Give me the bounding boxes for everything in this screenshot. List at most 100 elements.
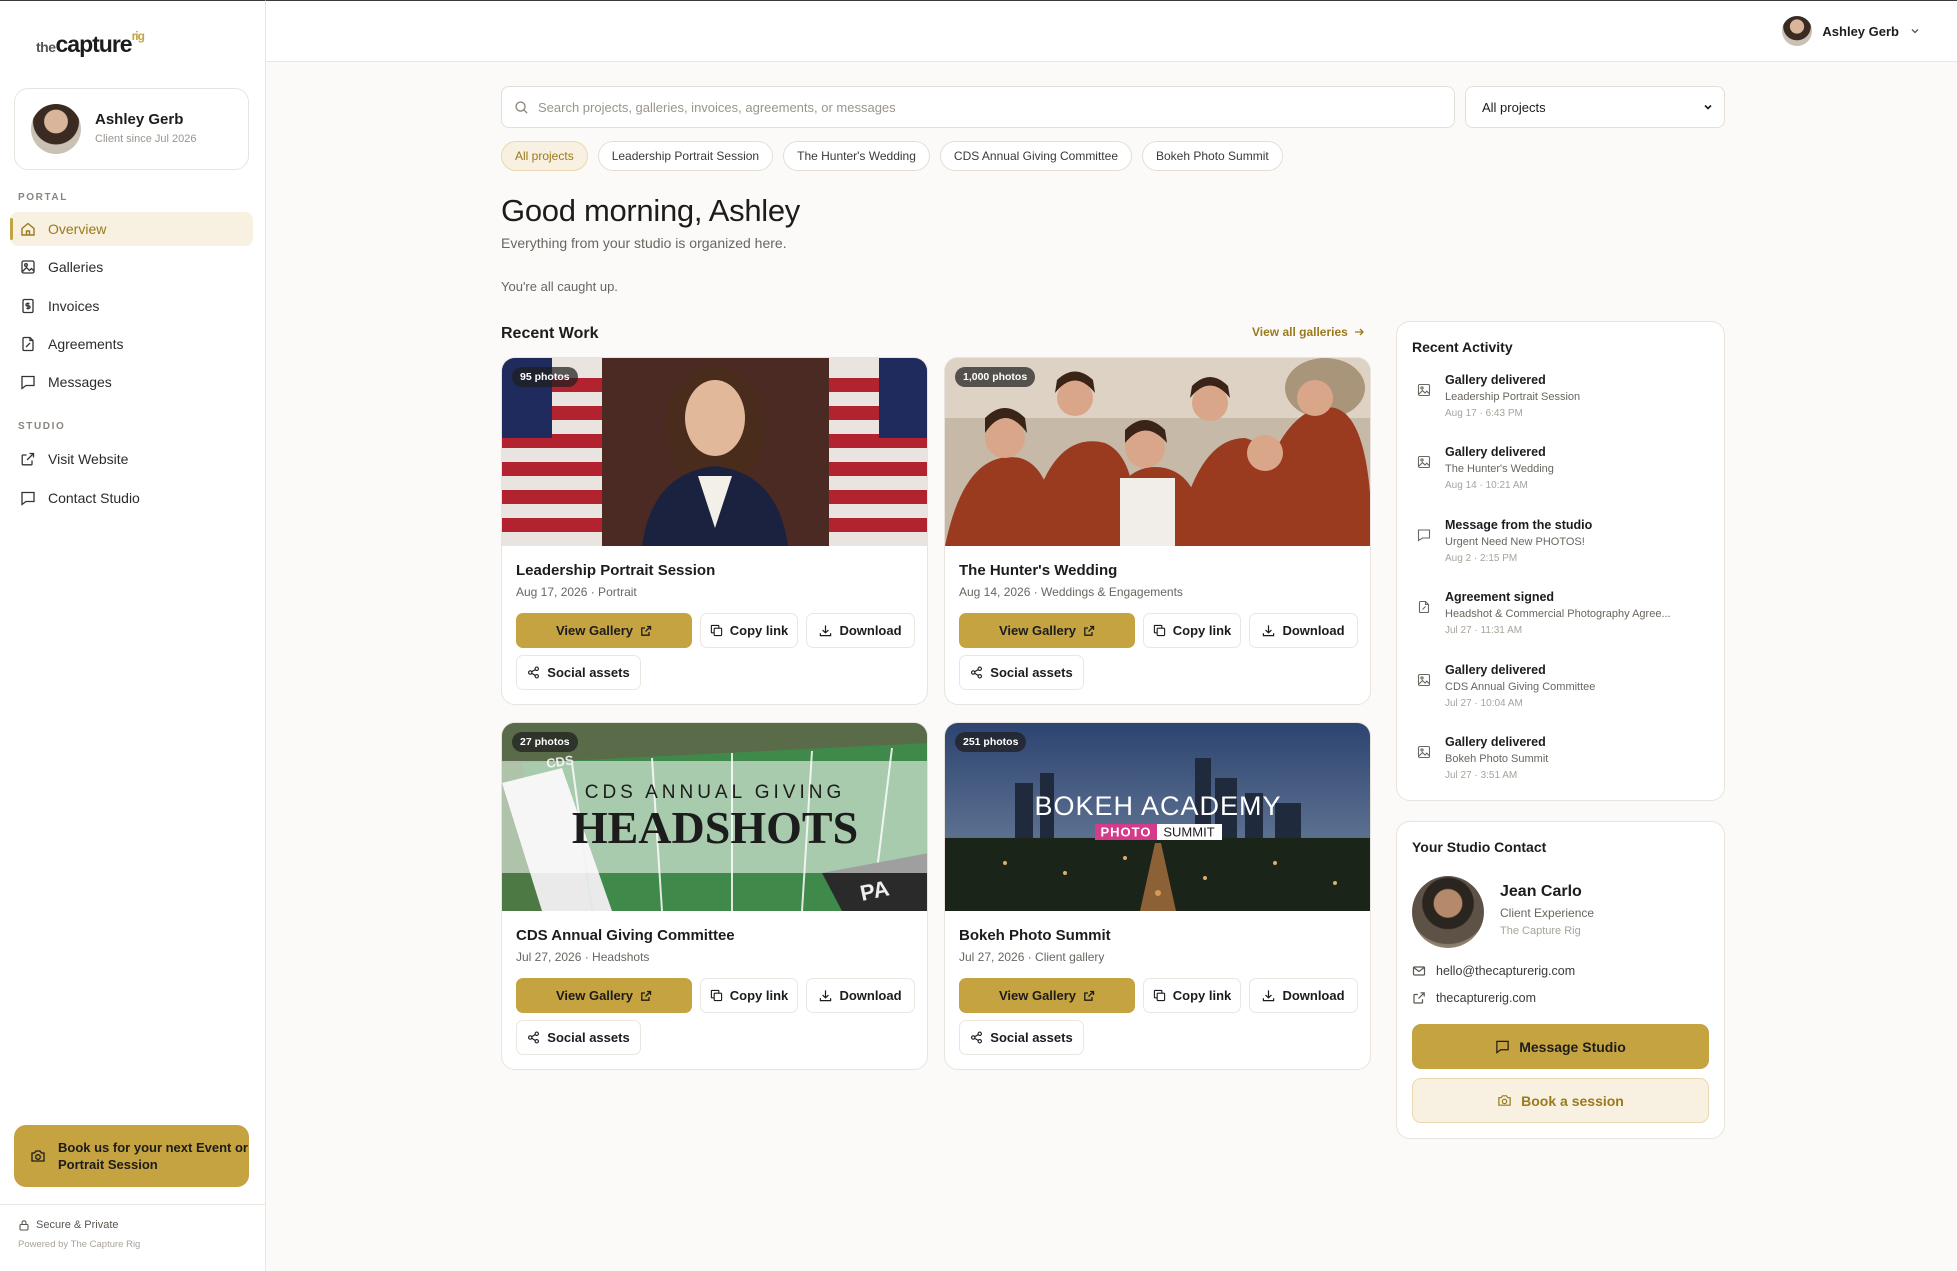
view-all-galleries-link[interactable]: View all galleries xyxy=(1252,325,1365,339)
social-assets-button[interactable]: Social assets xyxy=(959,1020,1084,1055)
chip-bokeh-photo-summit[interactable]: Bokeh Photo Summit xyxy=(1142,141,1283,171)
download-icon xyxy=(1263,990,1275,1002)
image-icon xyxy=(1417,383,1431,397)
gallery-title: The Hunter's Wedding xyxy=(959,562,1118,579)
gallery-cover-image[interactable]: 95 photos xyxy=(502,358,927,546)
profile-card[interactable]: Ashley Gerb Client since Jul 2026 xyxy=(14,88,249,170)
download-button[interactable]: Download xyxy=(1249,978,1358,1013)
sidebar-item-agreements[interactable]: Agreements xyxy=(10,327,253,361)
studio-contact-panel: Your Studio Contact Jean Carlo Client Ex… xyxy=(1396,821,1725,1139)
copy-link-button[interactable]: Copy link xyxy=(700,978,798,1013)
sidebar: thecapturerig Ashley Gerb Client since J… xyxy=(0,0,266,1271)
contact-email-link[interactable]: hello@thecapturerig.com xyxy=(1412,964,1575,978)
copy-icon xyxy=(710,989,722,1002)
secure-note: Secure & Private xyxy=(18,1219,119,1231)
sidebar-item-galleries[interactable]: Galleries xyxy=(10,250,253,284)
view-gallery-button[interactable]: View Gallery xyxy=(516,978,692,1013)
studio-contact-heading: Your Studio Contact xyxy=(1412,839,1547,855)
copy-link-button[interactable]: Copy link xyxy=(1143,613,1241,648)
view-gallery-button[interactable]: View Gallery xyxy=(959,613,1135,648)
project-chips: All projects Leadership Portrait Session… xyxy=(501,141,1283,171)
social-assets-button[interactable]: Social assets xyxy=(516,655,641,690)
contact-role: Client Experience xyxy=(1500,906,1595,920)
sidebar-item-label: Visit Website xyxy=(48,451,129,467)
section-label-portal: PORTAL xyxy=(18,192,68,203)
download-button[interactable]: Download xyxy=(1249,613,1358,648)
photo-count-badge: 95 photos xyxy=(512,367,578,387)
image-icon xyxy=(1417,745,1431,759)
sidebar-item-messages[interactable]: Messages xyxy=(10,365,253,399)
gallery-card: 1,000 photos The Hunter's Wedding Aug 14… xyxy=(944,357,1371,705)
sidebar-item-visit-website[interactable]: Visit Website xyxy=(10,442,253,476)
view-gallery-button[interactable]: View Gallery xyxy=(516,613,692,648)
powered-by: Powered by The Capture Rig xyxy=(18,1239,141,1250)
copy-icon xyxy=(1153,624,1165,637)
invoice-icon xyxy=(20,298,36,314)
book-session-button[interactable]: Book a session xyxy=(1412,1078,1709,1123)
chip-hunters-wedding[interactable]: The Hunter's Wedding xyxy=(783,141,930,171)
social-assets-button[interactable]: Social assets xyxy=(516,1020,641,1055)
user-menu[interactable]: Ashley Gerb xyxy=(1782,16,1921,46)
chat-icon xyxy=(20,374,36,390)
chip-all-projects[interactable]: All projects xyxy=(501,141,588,171)
gallery-meta: Jul 27, 2026 · Headshots xyxy=(516,950,650,964)
avatar xyxy=(1412,876,1484,948)
download-button[interactable]: Download xyxy=(806,978,915,1013)
external-link-icon xyxy=(1084,625,1095,636)
chevron-down-icon xyxy=(1911,29,1919,34)
download-button[interactable]: Download xyxy=(806,613,915,648)
sidebar-item-overview[interactable]: Overview xyxy=(10,212,253,246)
cover-line-1: CDS ANNUAL GIVING xyxy=(585,782,846,803)
recent-work-heading: Recent Work xyxy=(501,325,599,342)
gallery-cover-image[interactable]: BOKEH ACADEMY PHOTO SUMMIT 251 photos xyxy=(945,723,1370,911)
copy-link-button[interactable]: Copy link xyxy=(700,613,798,648)
sidebar-item-invoices[interactable]: Invoices xyxy=(10,289,253,323)
sidebar-item-label: Overview xyxy=(48,221,107,237)
section-label-studio: STUDIO xyxy=(18,421,66,432)
activity-item[interactable]: Message from the studio Urgent Need New … xyxy=(1412,518,1712,578)
external-link-icon xyxy=(641,625,652,636)
sidebar-item-label: Agreements xyxy=(48,336,124,352)
sidebar-item-label: Invoices xyxy=(48,298,100,314)
search-input[interactable] xyxy=(538,99,1418,115)
chip-cds-annual-giving[interactable]: CDS Annual Giving Committee xyxy=(939,141,1132,171)
activity-item[interactable]: Gallery delivered The Hunter's Wedding A… xyxy=(1412,445,1712,505)
activity-item[interactable]: Gallery delivered Bokeh Photo Summit Jul… xyxy=(1412,735,1712,795)
copy-link-button[interactable]: Copy link xyxy=(1143,978,1241,1013)
page-subtitle: Everything from your studio is organized… xyxy=(501,235,787,251)
studio-logo[interactable]: thecapturerig xyxy=(36,29,145,58)
status-message: You're all caught up. xyxy=(501,279,618,294)
contact-name: Jean Carlo xyxy=(1500,883,1582,900)
document-icon xyxy=(1418,600,1430,614)
cover-summit-text: SUMMIT xyxy=(1163,825,1214,840)
activity-item[interactable]: Gallery delivered CDS Annual Giving Comm… xyxy=(1412,663,1712,723)
activity-item[interactable]: Gallery delivered Leadership Portrait Se… xyxy=(1412,373,1712,433)
chip-leadership-portrait[interactable]: Leadership Portrait Session xyxy=(597,141,774,171)
gallery-meta: Aug 14, 2026 · Weddings & Engagements xyxy=(959,585,1183,599)
external-link-icon xyxy=(1413,992,1425,1004)
gallery-title: Leadership Portrait Session xyxy=(516,562,716,579)
social-assets-button[interactable]: Social assets xyxy=(959,655,1084,690)
avatar xyxy=(31,104,81,154)
search-bar xyxy=(501,86,1455,128)
download-icon xyxy=(1263,625,1275,637)
project-filter-select[interactable]: All projects xyxy=(1465,86,1725,128)
gallery-card: BOKEH ACADEMY PHOTO SUMMIT 251 photos Bo… xyxy=(944,722,1371,1070)
download-icon xyxy=(820,625,832,637)
contact-website-link[interactable]: thecapturerig.com xyxy=(1412,991,1536,1005)
project-filter-value: All projects xyxy=(1482,99,1546,115)
photo-count-badge: 1,000 photos xyxy=(955,367,1036,387)
share-icon xyxy=(971,666,983,679)
view-gallery-button[interactable]: View Gallery xyxy=(959,978,1135,1013)
sidebar-item-contact-studio[interactable]: Contact Studio xyxy=(10,481,253,515)
sidebar-footer: Secure & Private Powered by The Capture … xyxy=(0,1204,265,1250)
gallery-cover-image[interactable]: 1,000 photos xyxy=(945,358,1370,546)
gallery-cover-image[interactable]: PA CDS CDS ANNUAL GIVING HEADSHOTS 27 ph… xyxy=(502,723,927,911)
message-studio-button[interactable]: Message Studio xyxy=(1412,1024,1709,1069)
chat-icon xyxy=(20,490,36,506)
activity-item[interactable]: Agreement signed Headshot & Commercial P… xyxy=(1412,590,1712,650)
share-icon xyxy=(528,666,540,679)
book-event-button[interactable]: Book us for your next Event or Portrait … xyxy=(14,1125,249,1187)
chat-icon xyxy=(1417,529,1431,542)
sidebar-item-label: Contact Studio xyxy=(48,490,140,506)
